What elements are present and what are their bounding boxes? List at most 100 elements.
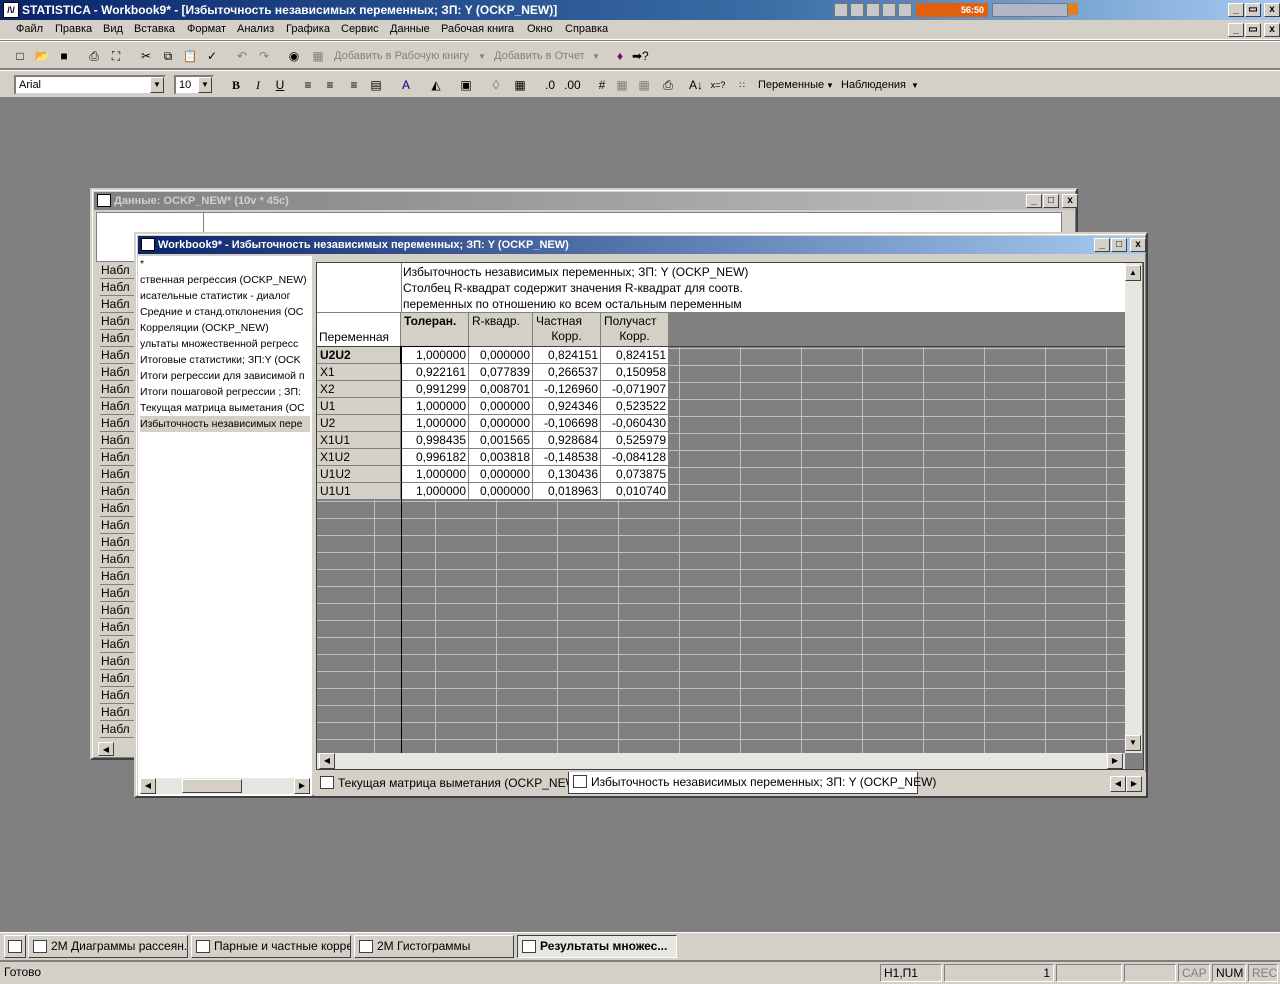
decrease-decimal-icon[interactable]: .00 <box>564 77 581 93</box>
taskbar-correlations[interactable]: Парные и частные корре... <box>191 935 351 958</box>
bold-icon[interactable]: B <box>228 77 244 93</box>
table-cell[interactable]: 0,266537 <box>533 364 601 381</box>
tree-item[interactable]: Итоги регрессии для зависимой п <box>140 368 310 384</box>
print-icon[interactable]: ⎙ <box>86 48 102 64</box>
scroll-right-icon[interactable]: ▶ <box>294 778 310 794</box>
split-icon[interactable]: # <box>594 77 610 93</box>
data-row-header[interactable]: Набл <box>100 568 138 585</box>
row-header[interactable]: U1 <box>317 398 401 415</box>
doc-restore-button[interactable]: ▭ <box>1245 23 1261 37</box>
wb-minimize-button[interactable]: _ <box>1094 238 1110 252</box>
table-cell[interactable]: -0,084128 <box>601 449 669 466</box>
data-row-header[interactable]: Набл <box>100 330 138 347</box>
tree-item[interactable]: ультаты множественной регресс <box>140 336 310 352</box>
table-cell[interactable]: 0,001565 <box>469 432 533 449</box>
printer-setup-icon[interactable]: ⎙ <box>660 77 676 93</box>
table-cell[interactable]: 0,000000 <box>469 466 533 483</box>
formula-icon[interactable]: x=? <box>710 77 726 93</box>
stats-icon[interactable]: ∷ <box>734 77 750 93</box>
data-row-header[interactable]: Набл <box>100 262 138 279</box>
scroll-down-icon[interactable]: ▼ <box>1125 735 1141 751</box>
table-cell[interactable]: -0,060430 <box>601 415 669 432</box>
data-row-header[interactable]: Набл <box>100 721 138 738</box>
tree-item[interactable]: исательные статистик - диалог <box>140 288 310 304</box>
paste-icon[interactable]: 📋 <box>182 48 198 64</box>
data-row-header[interactable]: Набл <box>100 619 138 636</box>
data-row-header[interactable]: Набл <box>100 704 138 721</box>
context-help-icon[interactable]: ➡? <box>632 48 649 64</box>
data-close-button[interactable]: x <box>1062 194 1078 208</box>
find-icon[interactable]: ◉ <box>286 48 302 64</box>
menu-help[interactable]: Справка <box>565 23 608 35</box>
format-painter-icon[interactable]: ✓ <box>204 48 220 64</box>
volume-slider[interactable] <box>992 3 1068 17</box>
table-cell[interactable]: 0,000000 <box>469 347 533 364</box>
tab-scroll-left-icon[interactable]: ◀ <box>1110 776 1126 792</box>
restore-button[interactable]: ▭ <box>1245 3 1261 17</box>
menu-data[interactable]: Данные <box>390 23 430 35</box>
scroll-right-icon[interactable]: ▶ <box>1107 753 1123 769</box>
cut-icon[interactable]: ✂ <box>138 48 154 64</box>
doc-minimize-button[interactable]: _ <box>1228 23 1244 37</box>
table-cell[interactable]: 0,523522 <box>601 398 669 415</box>
add-to-workbook-button[interactable]: Добавить в Рабочую книгу <box>334 50 469 62</box>
taskbar-scatterplots[interactable]: 2M Диаграммы рассеян... <box>28 935 188 958</box>
table-cell[interactable]: 0,824151 <box>601 347 669 364</box>
table-edit-icon[interactable]: ▦ <box>636 77 652 93</box>
data-row-header[interactable]: Набл <box>100 483 138 500</box>
fill-color-icon[interactable]: ◭ <box>428 77 444 93</box>
scroll-left-icon[interactable]: ◀ <box>98 742 114 756</box>
tree-item[interactable]: ственная регрессия (OCKP_NEW) <box>140 272 310 288</box>
next-icon[interactable] <box>898 3 912 17</box>
table-cell[interactable]: 0,003818 <box>469 449 533 466</box>
statistica-app-icon[interactable]: /\/ <box>3 2 19 18</box>
table-cell[interactable]: -0,126960 <box>533 381 601 398</box>
media-controls[interactable] <box>834 3 912 17</box>
data-maximize-button[interactable]: □ <box>1043 194 1059 208</box>
chevron-down-icon[interactable]: ▼ <box>150 77 164 93</box>
row-header[interactable]: U1U1 <box>317 483 401 500</box>
grid-icon[interactable]: ▦ <box>512 77 528 93</box>
tree-item[interactable]: Средние и станд.отклонения (OC <box>140 304 310 320</box>
table-cell[interactable]: -0,071907 <box>601 381 669 398</box>
table-cell[interactable]: -0,106698 <box>533 415 601 432</box>
menu-insert[interactable]: Вставка <box>134 23 175 35</box>
table-cell[interactable]: 0,000000 <box>469 398 533 415</box>
doc-close-button[interactable]: x <box>1264 23 1280 37</box>
align-center-icon[interactable]: ≡ <box>322 77 338 93</box>
table-cell[interactable]: 0,922161 <box>401 364 469 381</box>
data-row-header[interactable]: Набл <box>100 364 138 381</box>
table-cell[interactable]: 0,991299 <box>401 381 469 398</box>
pause-icon[interactable] <box>850 3 864 17</box>
table-cell[interactable]: 0,073875 <box>601 466 669 483</box>
table-cell[interactable]: 1,000000 <box>401 415 469 432</box>
table-cell[interactable]: 1,000000 <box>401 398 469 415</box>
tree-item[interactable]: Итоги пошаговой регрессии ; ЗП: <box>140 384 310 400</box>
wb-maximize-button[interactable]: □ <box>1111 238 1127 252</box>
table-cell[interactable]: 0,018963 <box>533 483 601 500</box>
table-cell[interactable]: 0,924346 <box>533 398 601 415</box>
row-header[interactable]: U2 <box>317 415 401 432</box>
data-row-header[interactable]: Набл <box>100 449 138 466</box>
table-cell[interactable]: 1,000000 <box>401 483 469 500</box>
redo-icon[interactable]: ↷ <box>256 48 272 64</box>
underline-icon[interactable]: U <box>272 77 288 93</box>
add-to-report-button[interactable]: Добавить в Отчет <box>494 50 585 62</box>
table-cell[interactable]: 0,008701 <box>469 381 533 398</box>
row-header[interactable]: X2 <box>317 381 401 398</box>
tree-item[interactable]: Корреляции (OCKP_NEW) <box>140 320 310 336</box>
row-header[interactable]: U2U2 <box>317 347 401 364</box>
table-cell[interactable]: -0,148538 <box>533 449 601 466</box>
menu-analysis[interactable]: Анализ <box>237 23 274 35</box>
increase-decimal-icon[interactable]: .0 <box>542 77 558 93</box>
book-icon[interactable]: ♦ <box>612 48 628 64</box>
table-cell[interactable]: 0,998435 <box>401 432 469 449</box>
data-row-header[interactable]: Набл <box>100 415 138 432</box>
column-header[interactable]: Толеран. <box>401 313 469 347</box>
table-cell[interactable]: 1,000000 <box>401 466 469 483</box>
close-button[interactable]: x <box>1264 3 1280 17</box>
tree-item[interactable]: Избыточность независимых пере <box>140 416 310 432</box>
data-row-header[interactable]: Набл <box>100 432 138 449</box>
font-size-select[interactable]: 10 ▼ <box>174 75 214 95</box>
menu-workbook[interactable]: Рабочая книга <box>441 23 514 35</box>
